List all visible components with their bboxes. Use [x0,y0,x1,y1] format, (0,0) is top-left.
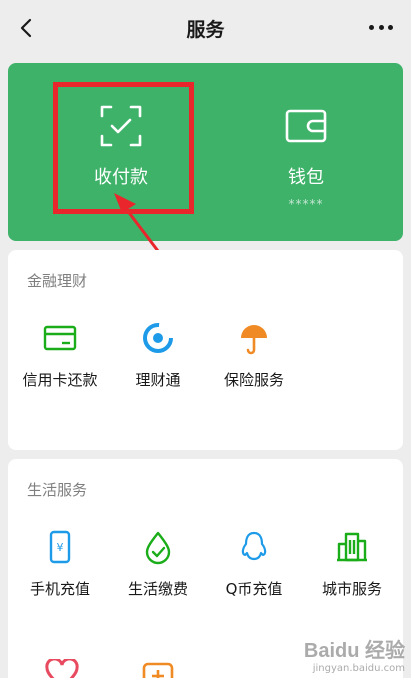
umbrella-icon [241,325,267,355]
mobile-recharge-icon: ¥ [49,530,71,564]
page-title: 服务 [186,18,225,41]
utility-payment-icon [145,531,171,565]
qcoin-recharge-label: Q币充值 [225,580,283,598]
wallet-balance-masked: ***** [288,197,324,211]
scan-check-icon [100,105,142,147]
credit-card-repayment-label: 信用卡还款 [22,371,98,389]
finance-section: 金融理财 信用卡还款 理财通 保险服务 [8,250,403,450]
pay-receive-label: 收付款 [94,167,148,188]
utility-payment-label: 生活缴费 [127,580,188,598]
finance-section-title: 金融理财 [27,272,88,290]
city-service-label: 城市服务 [321,580,382,598]
mobile-recharge-label: 手机充值 [29,580,90,598]
wallet-button[interactable]: 钱包 ***** [241,63,371,241]
watermark-brand: Baidu 经验 [303,640,405,662]
utility-payment-item[interactable]: 生活缴费 [108,529,208,599]
credit-card-repayment-item[interactable]: 信用卡还款 [10,320,110,390]
city-buildings-icon [337,532,367,562]
medical-service-icon[interactable] [141,661,175,678]
licaitong-icon [143,323,173,353]
insurance-service-item[interactable]: 保险服务 [204,320,304,390]
pay-receive-button[interactable]: 收付款 [56,63,186,241]
heart-service-icon[interactable] [44,659,80,678]
qcoin-recharge-item[interactable]: Q币充值 [204,529,304,599]
life-services-section-title: 生活服务 [27,481,88,499]
insurance-service-label: 保险服务 [223,371,284,389]
svg-text:¥: ¥ [57,541,64,554]
watermark: Baidu 经验 jingyan.baidu.com [304,634,405,674]
back-arrow-icon[interactable] [14,14,42,42]
qq-penguin-icon [241,531,267,561]
more-options-icon[interactable] [369,19,393,35]
licaitong-label: 理财通 [135,371,181,389]
wallet-icon [285,109,327,143]
wallet-label: 钱包 [288,167,324,188]
credit-card-icon [43,325,77,351]
wallet-card: 收付款 钱包 ***** [8,63,403,241]
mobile-recharge-item[interactable]: ¥ 手机充值 [10,529,110,599]
watermark-url: jingyan.baidu.com [312,663,405,674]
licaitong-item[interactable]: 理财通 [108,320,208,390]
navbar: 服务 [0,0,411,56]
city-service-item[interactable]: 城市服务 [302,529,402,599]
